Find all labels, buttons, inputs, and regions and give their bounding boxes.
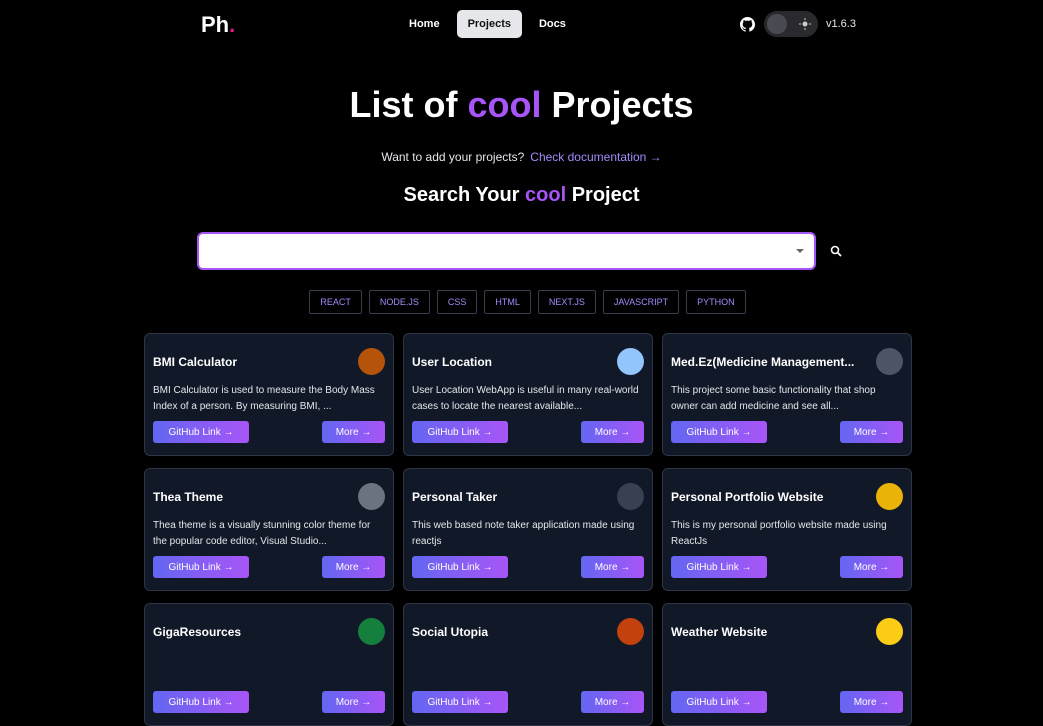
avatar: [876, 348, 903, 375]
github-link-button[interactable]: GitHub Link →: [412, 556, 508, 578]
more-button[interactable]: More →: [581, 421, 644, 443]
project-title: Weather Website: [671, 625, 768, 639]
avatar: [617, 483, 644, 510]
nav-links: Home Projects Docs: [398, 10, 577, 38]
search-icon[interactable]: [830, 244, 844, 258]
check-documentation-link[interactable]: Check documentation →: [530, 150, 661, 164]
project-card: Thea Theme Thea theme is a visually stun…: [144, 468, 394, 591]
page-title: List of cool Projects: [349, 84, 694, 125]
github-link-button[interactable]: GitHub Link →: [412, 421, 508, 443]
project-title: GigaResources: [153, 625, 242, 639]
project-title: Personal Portfolio Website: [671, 490, 824, 504]
nav-docs-link[interactable]: Docs: [528, 10, 577, 38]
dropdown-caret-icon[interactable]: [796, 249, 804, 253]
more-button[interactable]: More →: [840, 556, 903, 578]
tag-nextjs[interactable]: NEXT.JS: [537, 290, 596, 314]
nav-right: v1.6.3: [739, 11, 856, 37]
nav-projects-link[interactable]: Projects: [456, 10, 522, 38]
more-button[interactable]: More →: [322, 421, 385, 443]
project-card: Social Utopia GitHub Link → More →: [403, 603, 653, 726]
theme-toggle[interactable]: [764, 11, 818, 37]
tag-filters: REACT NODE.JS CSS HTML NEXT.JS JAVASCRIP…: [0, 290, 1043, 314]
project-card: Med.Ez(Medicine Management... This proje…: [662, 333, 912, 456]
avatar: [876, 483, 903, 510]
project-card: Personal Portfolio Website This is my pe…: [662, 468, 912, 591]
github-link-button[interactable]: GitHub Link →: [412, 691, 508, 713]
project-description: This is my personal portfolio website ma…: [671, 520, 887, 547]
more-button[interactable]: More →: [840, 691, 903, 713]
project-card: User Location User Location WebApp is us…: [403, 333, 653, 456]
tag-css[interactable]: CSS: [436, 290, 478, 314]
project-title: Social Utopia: [412, 625, 489, 639]
project-title: Personal Taker: [412, 490, 498, 504]
project-card: GigaResources GitHub Link → More →: [144, 603, 394, 726]
moon-icon: [767, 14, 787, 34]
more-button[interactable]: More →: [581, 691, 644, 713]
nav-home-link[interactable]: Home: [398, 10, 451, 38]
avatar: [617, 348, 644, 375]
avatar: [876, 618, 903, 645]
project-description: This web based note taker application ma…: [412, 520, 635, 547]
avatar: [358, 348, 385, 375]
search-heading: Search Your cool Project: [403, 184, 640, 206]
github-link-button[interactable]: GitHub Link →: [671, 421, 767, 443]
project-card: Personal Taker This web based note taker…: [403, 468, 653, 591]
tag-python[interactable]: PYTHON: [686, 290, 746, 314]
version-label: v1.6.3: [826, 18, 856, 30]
github-link-button[interactable]: GitHub Link →: [671, 691, 767, 713]
project-description: This project some basic functionality th…: [671, 385, 876, 412]
tag-nodejs[interactable]: NODE.JS: [368, 290, 430, 314]
avatar: [358, 618, 385, 645]
project-description: Thea theme is a visually stunning color …: [153, 520, 371, 547]
top-navbar: Ph. Home Projects Docs v1.6.3: [0, 0, 1043, 48]
project-description: BMI Calculator is used to measure the Bo…: [153, 385, 375, 412]
add-project-prompt: Want to add your projects? Check document…: [381, 150, 662, 164]
project-title: Med.Ez(Medicine Management...: [671, 355, 855, 369]
github-link-button[interactable]: GitHub Link →: [153, 421, 249, 443]
project-title: User Location: [412, 355, 493, 369]
project-grid: BMI Calculator BMI Calculator is used to…: [144, 333, 912, 726]
more-button[interactable]: More →: [840, 421, 903, 443]
more-button[interactable]: More →: [322, 556, 385, 578]
avatar: [358, 483, 385, 510]
more-button[interactable]: More →: [322, 691, 385, 713]
project-description: User Location WebApp is useful in many r…: [412, 385, 639, 412]
github-icon[interactable]: [739, 16, 756, 33]
tag-react[interactable]: REACT: [309, 290, 362, 314]
tag-javascript[interactable]: JAVASCRIPT: [602, 290, 680, 314]
project-card: BMI Calculator BMI Calculator is used to…: [144, 333, 394, 456]
site-logo[interactable]: Ph.: [201, 12, 235, 38]
github-link-button[interactable]: GitHub Link →: [671, 556, 767, 578]
search-input[interactable]: [197, 232, 816, 270]
project-card: Weather Website GitHub Link → More →: [662, 603, 912, 726]
github-link-button[interactable]: GitHub Link →: [153, 691, 249, 713]
tag-html[interactable]: HTML: [484, 290, 531, 314]
sun-icon: [798, 17, 812, 31]
project-title: BMI Calculator: [153, 355, 238, 369]
project-title: Thea Theme: [153, 490, 224, 504]
more-button[interactable]: More →: [581, 556, 644, 578]
avatar: [617, 618, 644, 645]
github-link-button[interactable]: GitHub Link →: [153, 556, 249, 578]
